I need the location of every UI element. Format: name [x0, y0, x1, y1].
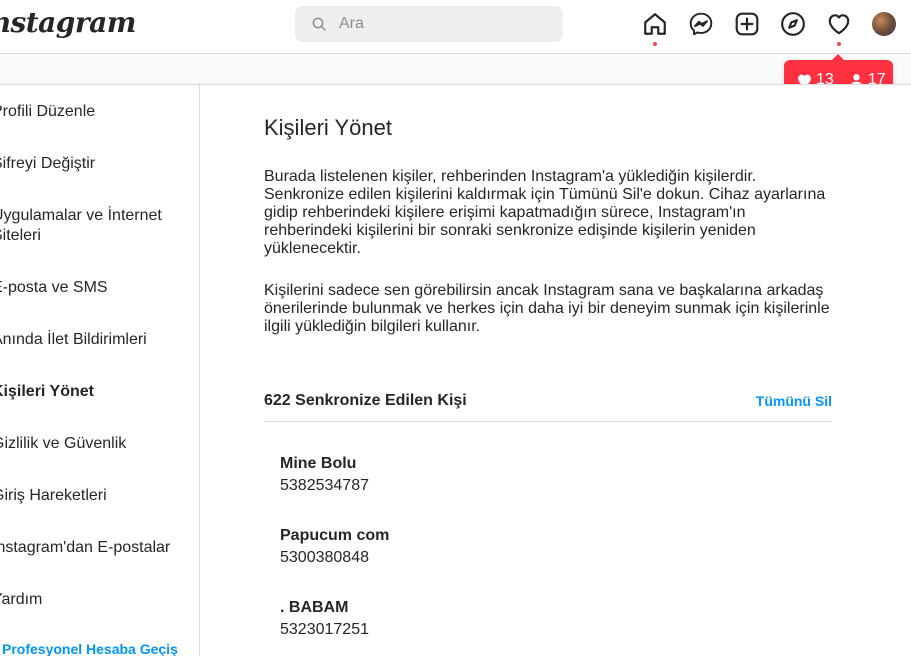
new-post-icon[interactable]: [734, 11, 760, 37]
sidebar-item-edit-profile[interactable]: Profili Düzenle: [0, 102, 192, 122]
explore-compass-icon[interactable]: [780, 11, 806, 37]
sidebar-item-login-activity[interactable]: Giriş Hareketleri: [0, 486, 192, 506]
sidebar-item-apps-websites[interactable]: Uygulamalar ve İnternet Siteleri: [0, 206, 192, 246]
search-box[interactable]: [295, 6, 563, 42]
home-icon[interactable]: [642, 11, 668, 37]
page-title: Kişileri Yönet: [264, 115, 392, 140]
activity-indicator: [837, 42, 841, 46]
profile-avatar[interactable]: [872, 12, 896, 36]
home-active-indicator: [653, 42, 657, 46]
contact-name: Mine Bolu: [280, 455, 357, 472]
sidebar-item-emails-from-instagram[interactable]: Instagram'dan E-postalar: [0, 538, 192, 558]
search-icon: [312, 17, 326, 31]
sidebar-item-privacy-security[interactable]: Gizlilik ve Güvenlik: [0, 434, 192, 454]
sidebar-item-push-notifications[interactable]: Anında İlet Bildirimleri: [0, 330, 192, 350]
sidebar-item-manage-contacts[interactable]: Kişileri Yönet: [0, 382, 192, 402]
search-input[interactable]: [339, 15, 539, 33]
contact-name: Papucum com: [280, 527, 390, 544]
delete-all-button[interactable]: Tümünü Sil: [756, 393, 832, 409]
instagram-logo[interactable]: Instagram: [0, 6, 136, 39]
messenger-icon[interactable]: [688, 11, 714, 37]
switch-to-professional-link[interactable]: Profesyonel Hesaba Geçiş: [2, 639, 202, 656]
contact-phone: 5300380848: [280, 549, 369, 566]
settings-sidebar: Profili Düzenle Şifreyi Değiştir Uygulam…: [0, 85, 200, 656]
contact-list-item: Mine Bolu 5382534787: [280, 454, 680, 496]
description-paragraph-2: Kişilerini sadece sen görebilirsin ancak…: [264, 282, 830, 335]
contact-phone: 5382534787: [280, 477, 369, 494]
contact-name: . BABAM: [280, 599, 349, 616]
sidebar-item-change-password[interactable]: Şifreyi Değiştir: [0, 154, 192, 174]
contact-list-item: . BABAM 5323017251: [280, 598, 680, 640]
sidebar-item-help[interactable]: Yardım: [0, 590, 192, 610]
settings-panel: Profili Düzenle Şifreyi Değiştir Uygulam…: [0, 84, 911, 656]
sidebar-item-email-sms[interactable]: E-posta ve SMS: [0, 278, 192, 298]
contact-list-item: Papucum com 5300380848: [280, 526, 680, 568]
contact-phone: 5323017251: [280, 621, 369, 638]
description-paragraph-1: Burada listelenen kişiler, rehberinden I…: [264, 168, 826, 257]
activity-heart-icon[interactable]: [826, 11, 852, 37]
top-navigation-bar: Instagram: [0, 0, 911, 54]
synced-contacts-count: 622 Senkronize Edilen Kişi: [264, 392, 467, 409]
synced-contacts-header: 622 Senkronize Edilen Kişi Tümünü Sil: [264, 390, 832, 422]
